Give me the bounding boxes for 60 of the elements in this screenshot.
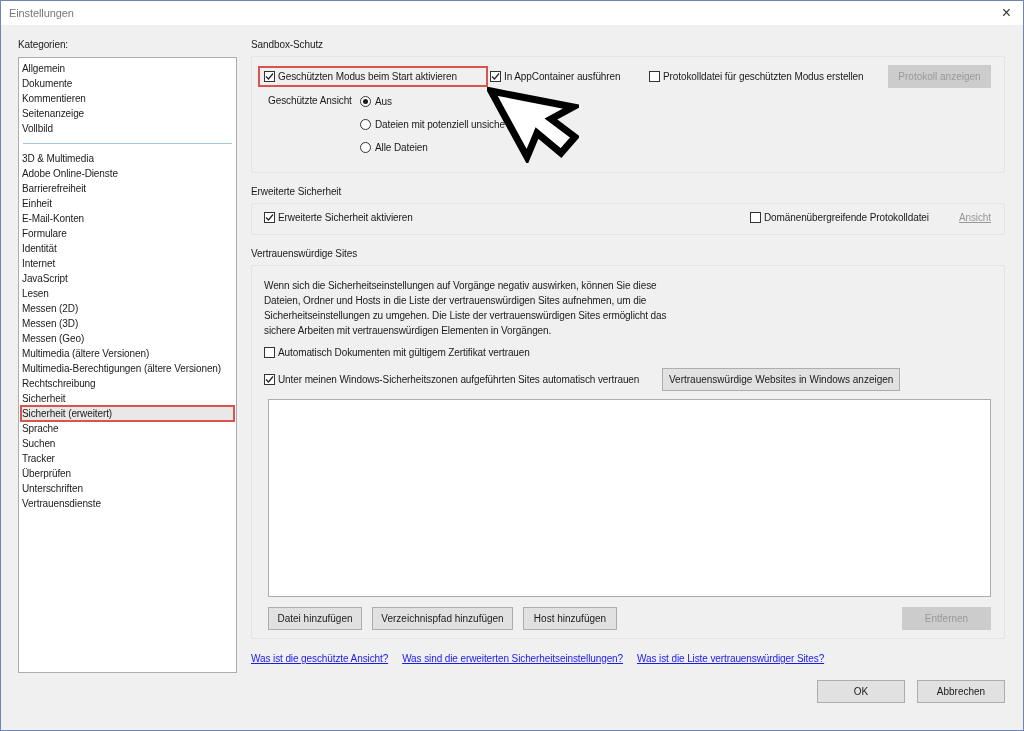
category-item[interactable]: E-Mail-Konten [21,211,234,226]
help-link[interactable]: Was sind die erweiterten Sicherheitseinstellungen? [402,653,624,664]
category-item[interactable]: Unterschriften [21,481,234,496]
section-title: Vertrauenswürdige Sites [251,248,359,259]
category-item[interactable]: Messen (2D) [21,301,234,316]
category-item[interactable]: Suchen [21,436,234,451]
action-button[interactable]: Verzeichnispfad hinzufügen [372,607,513,630]
checkbox[interactable]: Protokolldatei für geschützten Modus erstellen [645,68,885,85]
close-button[interactable]: × [1001,4,1015,22]
category-item[interactable]: JavaScript [21,271,234,286]
protected-view-label: Geschützte Ansicht [268,95,353,106]
section-title: Erweiterte Sicherheit [251,186,343,197]
category-item[interactable]: Adobe Online-Dienste [21,166,234,181]
dialog-button[interactable]: Abbrechen [917,680,1005,703]
radio-option[interactable]: Aus [360,93,392,110]
category-item[interactable]: Lesen [21,286,234,301]
checkbox[interactable]: Domänenübergreifende Protokolldatei [745,209,933,226]
help-link[interactable]: Was ist die geschützte Ansicht? [251,653,389,664]
category-item[interactable]: Einheit [21,196,234,211]
help-link[interactable]: Was ist die Liste vertrauenswürdiger Sites? [637,653,825,664]
category-item[interactable]: Barrierefreiheit [21,181,234,196]
checkmark-icon [491,72,500,81]
category-item[interactable]: 3D & Multimedia [21,151,234,166]
action-button[interactable]: Datei hinzufügen [268,607,362,630]
category-item[interactable]: Dokumente [21,76,234,91]
category-item[interactable]: Sicherheit [21,391,234,406]
category-item[interactable]: Formulare [21,226,234,241]
category-item[interactable]: Tracker [21,451,234,466]
category-item[interactable]: Multimedia-Berechtigungen (ältere Versionen) [21,361,234,376]
checkbox[interactable]: Unter meinen Windows-Sicherheitszonen aufgeführten Sites automatisch vertrauen [260,371,662,388]
dialog-button[interactable]: OK [817,680,905,703]
windows-sites-button[interactable]: Vertrauenswürdige Websites in Windows anzeigen [662,368,900,391]
checkbox[interactable]: In AppContainer ausführen [486,68,645,85]
category-item[interactable]: Kommentieren [21,91,234,106]
radio-option[interactable]: Dateien mit potenziell unsiche [360,116,505,133]
category-item[interactable]: Rechtschreibung [21,376,234,391]
category-item[interactable]: Identität [21,241,234,256]
checkbox[interactable]: Automatisch Dokumenten mit gültigem Zertifikat vertrauen [260,344,534,361]
checkmark-icon [265,72,274,81]
category-item[interactable]: Allgemein [21,61,234,76]
category-item[interactable]: Internet [21,256,234,271]
category-item[interactable]: Sicherheit (erweitert) [21,406,234,421]
category-item[interactable]: Multimedia (ältere Versionen) [21,346,234,361]
category-item[interactable]: Sprache [21,421,234,436]
action-button[interactable]: Host hinzufügen [523,607,617,630]
category-item[interactable]: Überprüfen [21,466,234,481]
category-item[interactable]: Messen (3D) [21,316,234,331]
radio-option[interactable]: Alle Dateien [360,139,428,156]
checkmark-icon [265,213,274,222]
category-item[interactable]: Vertrauensdienste [21,496,234,511]
checkbox[interactable]: Erweiterte Sicherheit aktivieren [260,209,417,226]
checkbox[interactable]: Geschützten Modus beim Start aktivieren [260,68,486,85]
section-title: Sandbox-Schutz [251,39,324,50]
category-item[interactable]: Messen (Geo) [21,331,234,346]
category-item[interactable]: Vollbild [21,121,234,136]
category-item[interactable]: Seitenanzeige [21,106,234,121]
checkmark-icon [265,375,274,384]
description-text: Wenn sich die Sicherheitseinstellungen auf Vorgänge negativ auswirken, können Sie diese Dateien, Ordner und Hosts in die Liste der vertrauenswürdigen Sites aufnehmen, um die Sicherheitseinstellungen zu umgehen. Die Liste der vertrauenswürdigen Sites ermöglicht das sichere Arbeiten mit vertrauenswürdigen Elementen in Vorgängen. [264,279,668,338]
categories-label: Kategorien: [18,39,70,50]
window-title: Einstellungen [9,7,74,19]
